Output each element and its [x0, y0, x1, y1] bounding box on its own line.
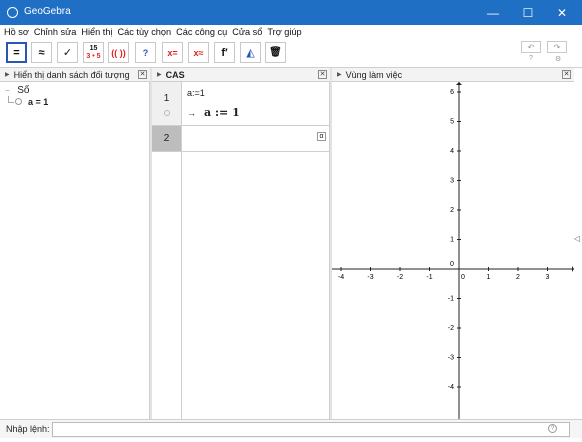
visibility-toggle-icon[interactable]	[15, 98, 22, 105]
evaluate-tool-button[interactable]: =	[6, 42, 27, 63]
alpha-keyboard-button[interactable]: α	[317, 132, 326, 141]
x-tick-label: 2	[516, 274, 520, 281]
cas-view: 1 a:=1 → a := 1 2 α	[152, 82, 330, 419]
undo-button[interactable]: ↶	[521, 41, 541, 53]
cas-gutter	[152, 152, 182, 419]
collapse-triangle-icon[interactable]: ▶	[157, 71, 162, 78]
probability-tool-button[interactable]: ◭	[240, 42, 261, 63]
solve-numeric-tool-button[interactable]: x≈	[188, 42, 209, 63]
command-input[interactable]	[52, 422, 570, 437]
keep-input-tool-button[interactable]: ✓	[57, 42, 78, 63]
y-tick-label: -4	[448, 384, 454, 391]
input-bar: Nhập lệnh: ?	[0, 419, 582, 438]
redo-button[interactable]: ↷	[547, 41, 567, 53]
window-title: GeoGebra	[24, 6, 71, 17]
factor-tool-button[interactable]: 15 3 • 5	[83, 42, 104, 63]
expand-tool-button[interactable]: (( ))	[108, 42, 129, 63]
y-tick-label: 4	[450, 148, 454, 155]
menu-tools[interactable]: Các công cụ	[176, 27, 227, 37]
cas-row-number: 2	[152, 126, 182, 151]
menu-file[interactable]: Hồ sơ	[4, 27, 29, 37]
tree-connector	[8, 96, 14, 103]
y-tick-label: 1	[450, 237, 454, 244]
algebra-group-label: Số	[17, 85, 30, 96]
graphics-panel-header: ▶ Vùng làm việc ✕	[332, 68, 574, 82]
settings-icon[interactable]: ⚙	[555, 55, 561, 63]
x-tick-label: -3	[367, 274, 373, 281]
y-tick-label: 3	[450, 178, 454, 185]
graphics-header-title: Vùng làm việc	[345, 69, 403, 80]
delete-tool-button[interactable]: 🗑	[265, 42, 286, 63]
y-tick-label: 5	[450, 119, 454, 126]
algebra-panel-header: ▶ Hiển thị danh sách đối tượng ✕	[0, 68, 150, 82]
cas-output-arrow: →	[187, 108, 196, 118]
maximize-button[interactable]: ☐	[511, 0, 545, 25]
algebra-item[interactable]: a = 1	[28, 97, 48, 107]
minimize-button[interactable]: —	[476, 0, 510, 25]
geogebra-logo-icon	[7, 7, 18, 18]
collapse-minus-icon[interactable]: −	[5, 86, 10, 95]
origin-label: 0	[450, 261, 454, 268]
menu-help[interactable]: Trợ giúp	[267, 27, 301, 37]
solve-tool-button[interactable]: x=	[162, 42, 183, 63]
input-help-icon[interactable]: ?	[548, 424, 557, 433]
expand-sidebar-icon[interactable]: ◁	[574, 234, 580, 243]
y-tick-label: -1	[448, 296, 454, 303]
x-tick-label: -1	[426, 274, 432, 281]
title-bar: GeoGebra — ☐ ✕	[0, 0, 582, 25]
menu-options[interactable]: Các tùy chọn	[118, 27, 172, 37]
cas-row-number: 1	[152, 82, 182, 125]
substitute-tool-button[interactable]: ?	[135, 42, 156, 63]
algebra-close-icon[interactable]: ✕	[138, 70, 147, 79]
cas-panel-header: ▶ CAS ✕	[152, 68, 330, 82]
numeric-tool-button[interactable]: ≈	[31, 42, 52, 63]
x-axis-arrow	[572, 266, 574, 272]
cas-output: a := 1	[204, 106, 240, 119]
collapse-triangle-icon[interactable]: ▶	[337, 71, 342, 78]
collapse-triangle-icon[interactable]: ▶	[5, 71, 10, 78]
cas-row[interactable]: 2 α	[152, 126, 330, 152]
graphics-view[interactable]: -4 -3 -2 -1 0 0 1 2 3 6 5 4 3 2 1 -1 -2 …	[332, 82, 574, 419]
y-tick-label: -3	[448, 355, 454, 362]
factor-tool-bottom: 3 • 5	[86, 52, 101, 60]
factor-tool-top: 15	[89, 44, 98, 52]
y-tick-label: 6	[450, 89, 454, 96]
x-tick-label: 0	[461, 274, 465, 281]
cas-row[interactable]: 1 a:=1 → a := 1	[152, 82, 330, 126]
y-tick-label: -2	[448, 325, 454, 332]
input-bar-label: Nhập lệnh:	[6, 424, 50, 434]
y-axis-arrow	[456, 82, 462, 85]
x-tick-label: 1	[487, 274, 491, 281]
algebra-view: − Số a = 1	[0, 82, 150, 419]
menu-bar: Hồ sơ Chỉnh sửa Hiển thị Các tùy chọn Cá…	[0, 25, 582, 39]
algebra-header-title: Hiển thị danh sách đối tượng	[13, 69, 130, 80]
x-tick-label: -2	[397, 274, 403, 281]
cas-input[interactable]: a:=1	[187, 88, 205, 98]
cas-header-title: CAS	[165, 69, 185, 80]
graphics-close-icon[interactable]: ✕	[562, 70, 571, 79]
cas-close-icon[interactable]: ✕	[318, 70, 327, 79]
algebra-group[interactable]: − Số	[5, 85, 29, 96]
tool-bar: = ≈ ✓ 15 3 • 5 (( )) ? x= x≈ f′ ◭ 🗑 ↶ ↷ …	[0, 39, 582, 68]
derivative-tool-button[interactable]: f′	[214, 42, 235, 63]
help-icon[interactable]: ?	[529, 55, 533, 62]
menu-edit[interactable]: Chỉnh sửa	[34, 27, 76, 37]
cas-visibility-icon[interactable]	[164, 110, 170, 116]
menu-view[interactable]: Hiển thị	[81, 27, 112, 37]
menu-window[interactable]: Cửa sổ	[232, 27, 262, 37]
y-tick-label: 2	[450, 207, 454, 214]
coordinate-plane[interactable]: -4 -3 -2 -1 0 0 1 2 3 6 5 4 3 2 1 -1 -2 …	[332, 82, 574, 419]
x-tick-label: -4	[338, 274, 344, 281]
close-button[interactable]: ✕	[545, 0, 579, 25]
x-tick-label: 3	[546, 274, 550, 281]
